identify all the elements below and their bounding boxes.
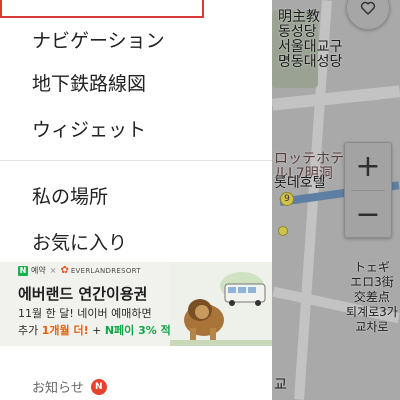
ad-line2: 추가 1개월 더! + N페이 3% 적립 <box>18 322 181 338</box>
zoom-out-button[interactable]: − <box>345 191 391 238</box>
everland-logo-icon: ✿ <box>60 265 69 276</box>
ad-sponsor-row: N 예약 × ✿ EVERLANDRESORT <box>18 265 141 276</box>
menu-divider <box>0 160 272 161</box>
ad-illustration <box>170 262 272 346</box>
ad-brand: EVERLANDRESORT <box>70 266 141 275</box>
map-label-lotte-hotel-kr: 롯데호텔 <box>274 175 326 191</box>
ad-headline: 에버랜드 연간이용권 <box>18 285 148 303</box>
zoom-control: + − <box>344 142 392 238</box>
new-badge: N <box>90 378 107 395</box>
ad-line2-highlight-month: 1개월 더! <box>41 324 89 337</box>
selected-item-highlight <box>0 0 204 18</box>
naver-logo-icon: N <box>18 265 28 276</box>
map-view[interactable]: 明主教 동성당 서울대교구 명동대성당 ロッテホテ ルL7明洞 롯데호텔 トェギ… <box>272 0 400 400</box>
menu-item-widget[interactable]: ウィジェット <box>32 115 146 142</box>
menu-item-subway-map[interactable]: 地下鉄路線図 <box>32 69 146 96</box>
map-road <box>272 85 400 111</box>
ad-line1: 11월 한 달! 네이버 예매하면 <box>18 307 152 320</box>
side-menu: ナビゲーション 地下鉄路線図 ウィジェット 私の場所 お気に入り N 예약 × … <box>0 0 272 400</box>
heart-outline-icon <box>360 1 376 15</box>
zoom-in-button[interactable]: + <box>345 143 391 190</box>
ad-banner[interactable]: N 예약 × ✿ EVERLANDRESORT 에버랜드 연간이용권 11월 한… <box>0 262 272 346</box>
map-label-intersection: トェギ エロ3街 交差点 퇴계로3가 교차로 <box>346 260 398 334</box>
subway-station-dot[interactable] <box>278 226 288 236</box>
ad-line2-middle: + <box>88 324 105 337</box>
subway-station-badge[interactable]: 9 <box>280 192 294 206</box>
map-label-cathedral: 明主教 동성당 서울대교구 명동대성당 <box>278 9 343 70</box>
favorite-button[interactable] <box>346 0 390 30</box>
ad-reserve-label: 예약 <box>31 266 46 275</box>
notice-item[interactable]: お知らせ N <box>32 377 107 396</box>
notice-label: お知らせ <box>32 381 84 396</box>
menu-item-navigation[interactable]: ナビゲーション <box>32 26 165 53</box>
map-label-bottom: 교 <box>274 377 287 393</box>
menu-item-favorites[interactable]: お気に入り <box>32 228 127 255</box>
ad-separator: × <box>49 266 57 275</box>
ad-line2-prefix: 추가 <box>18 324 42 337</box>
menu-item-my-places[interactable]: 私の場所 <box>32 182 108 209</box>
